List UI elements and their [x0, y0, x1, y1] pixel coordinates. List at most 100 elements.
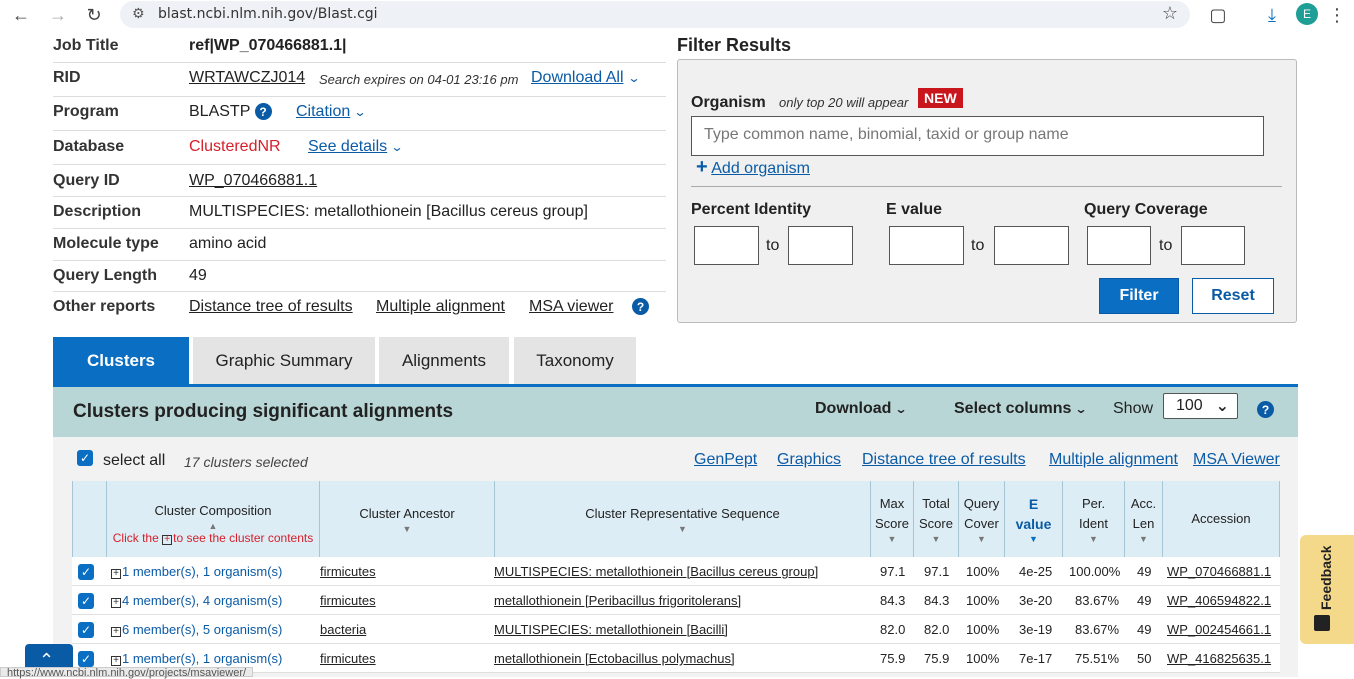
representative-link[interactable]: MULTISPECIES: metallothionein [Bacillus … [494, 564, 818, 579]
query-cover: 100% [966, 622, 1000, 637]
column-header-representative[interactable]: Cluster Representative Sequence ▼ [495, 481, 871, 557]
expand-icon[interactable]: + [111, 569, 121, 579]
help-icon[interactable]: ? [632, 298, 649, 316]
sort-down-icon[interactable]: ▼ [1139, 534, 1148, 544]
browser-toolbar: ← → ↻ ⚙ blast.ncbi.nlm.nih.gov/Blast.cgi… [0, 0, 1354, 32]
column-header-acc-len[interactable]: Acc. Len ▼ [1125, 481, 1163, 557]
query-coverage-label: Query Coverage [1084, 201, 1208, 218]
reload-icon[interactable]: ↻ [83, 4, 105, 26]
expand-icon[interactable]: + [111, 598, 121, 608]
representative-link[interactable]: metallothionein [Ectobacillus polymachus… [494, 651, 735, 666]
cluster-ancestor-link[interactable]: firmicutes [320, 564, 376, 579]
filter-button[interactable]: Filter [1099, 278, 1179, 314]
accession-link[interactable]: WP_406594822.1 [1167, 593, 1271, 608]
query-id-label: Query ID [53, 172, 120, 189]
distance-tree-link[interactable]: Distance tree of results [189, 298, 353, 316]
reset-button[interactable]: Reset [1192, 278, 1274, 314]
tab-clusters[interactable]: Clusters [53, 337, 189, 384]
genpept-link[interactable]: GenPept [694, 451, 757, 469]
query-coverage-max-input[interactable] [1181, 226, 1245, 265]
representative-link[interactable]: metallothionein [Peribacillus frigoritol… [494, 593, 741, 608]
query-id-link[interactable]: WP_070466881.1 [189, 172, 317, 190]
column-header-e-value[interactable]: E value ▼ [1005, 481, 1063, 557]
help-icon[interactable]: ? [1257, 401, 1274, 419]
column-header-max-score[interactable]: Max Score ▼ [871, 481, 914, 557]
sort-down-icon[interactable]: ▼ [932, 534, 941, 544]
cluster-composition[interactable]: +4 member(s), 4 organism(s) [111, 593, 282, 608]
cluster-composition[interactable]: +6 member(s), 5 organism(s) [111, 622, 282, 637]
show-count-select[interactable]: 100 ⌄ [1163, 393, 1238, 419]
query-coverage-min-input[interactable] [1087, 226, 1151, 265]
tab-taxonomy[interactable]: Taxonomy [514, 337, 636, 384]
cluster-composition[interactable]: +1 member(s), 1 organism(s) [111, 564, 282, 579]
bookmark-star-icon[interactable]: ☆ [1162, 3, 1178, 24]
help-icon[interactable]: ? [632, 298, 649, 316]
msa-viewer-link[interactable]: MSA viewer [529, 298, 613, 316]
rid-link[interactable]: WRTAWCZJ014 [189, 69, 305, 87]
help-icon[interactable]: ? [1257, 401, 1274, 419]
expand-icon[interactable]: + [111, 656, 121, 666]
percent-identity-min-input[interactable] [694, 226, 759, 265]
sort-down-icon[interactable]: ▼ [1029, 534, 1038, 544]
profile-avatar[interactable]: E [1296, 3, 1318, 25]
e-value-max-input[interactable] [994, 226, 1069, 265]
percent-identity-max-input[interactable] [788, 226, 853, 265]
representative-link[interactable]: MULTISPECIES: metallothionein [Bacilli] [494, 622, 728, 637]
accession-link[interactable]: WP_070466881.1 [1167, 564, 1271, 579]
select-columns-menu[interactable]: Select columns ⌄ [954, 400, 1088, 418]
column-header-composition[interactable]: Cluster Composition ▲ Click the + to see … [107, 481, 320, 557]
column-header-accession[interactable]: Accession [1163, 481, 1280, 557]
sort-down-icon[interactable]: ▼ [678, 524, 687, 534]
distance-tree-link[interactable]: Distance tree of results [862, 451, 1026, 469]
feedback-button[interactable]: Feedback [1300, 535, 1354, 644]
e-value-label: E value [886, 201, 943, 218]
expand-icon[interactable]: + [111, 627, 121, 637]
accession-link[interactable]: WP_416825635.1 [1167, 651, 1271, 666]
row-checkbox[interactable]: ✓ [78, 622, 94, 638]
column-header-query-cover[interactable]: Query Cover ▼ [959, 481, 1005, 557]
cluster-ancestor-link[interactable]: bacteria [320, 622, 366, 637]
download-all-button[interactable]: Download All ⌄ [531, 69, 640, 87]
cluster-click-hint: Click the + to see the cluster contents [113, 531, 313, 545]
e-value-header-line1: E [1028, 496, 1039, 512]
graphics-link[interactable]: Graphics [777, 451, 841, 469]
sort-down-icon[interactable]: ▼ [1089, 534, 1098, 544]
citation-button[interactable]: Citation ⌄ [296, 103, 367, 121]
per-ident-header-line1: Per. [1081, 496, 1106, 511]
address-bar[interactable]: ⚙ blast.ncbi.nlm.nih.gov/Blast.cgi ☆ [120, 1, 1190, 28]
column-header-ancestor[interactable]: Cluster Ancestor ▼ [320, 481, 495, 557]
multiple-alignment-link[interactable]: Multiple alignment [1049, 451, 1178, 469]
sort-up-icon[interactable]: ▲ [209, 521, 218, 531]
column-header-per-ident[interactable]: Per. Ident ▼ [1063, 481, 1125, 557]
site-settings-icon[interactable]: ⚙ [132, 5, 145, 22]
row-checkbox[interactable]: ✓ [78, 593, 94, 609]
back-icon[interactable]: ← [10, 4, 32, 26]
forward-icon[interactable]: → [47, 4, 69, 26]
cluster-composition[interactable]: +1 member(s), 1 organism(s) [111, 651, 282, 666]
cluster-ancestor-link[interactable]: firmicutes [320, 593, 376, 608]
browser-menu-icon[interactable]: ⋮ [1326, 4, 1348, 26]
tab-alignments[interactable]: Alignments [379, 337, 509, 384]
column-header-total-score[interactable]: Total Score ▼ [914, 481, 959, 557]
tab-graphic-summary[interactable]: Graphic Summary [193, 337, 375, 384]
msa-viewer-link[interactable]: MSA Viewer [1193, 451, 1280, 469]
help-icon[interactable]: ? [254, 103, 272, 121]
e-value-min-input[interactable] [889, 226, 964, 265]
add-organism-button[interactable]: + Add organism [696, 156, 810, 179]
downloads-icon[interactable]: ⤓ [1261, 4, 1283, 26]
sort-down-icon[interactable]: ▼ [977, 534, 986, 544]
sort-down-icon[interactable]: ▼ [888, 534, 897, 544]
see-details-button[interactable]: See details ⌄ [308, 138, 404, 156]
multiple-alignment-link[interactable]: Multiple alignment [376, 298, 505, 316]
sort-down-icon[interactable]: ▼ [403, 524, 412, 534]
feedback-icon [1314, 615, 1330, 631]
e-value: 3e-19 [1019, 622, 1053, 637]
download-menu[interactable]: Download ⌄ [815, 400, 908, 418]
extensions-icon[interactable]: ▢ [1207, 4, 1229, 26]
select-all-checkbox[interactable]: ✓ [77, 450, 93, 466]
organism-input[interactable]: Type common name, binomial, taxid or gro… [691, 116, 1264, 156]
cluster-ancestor-link[interactable]: firmicutes [320, 651, 376, 666]
accession-link[interactable]: WP_002454661.1 [1167, 622, 1271, 637]
row-checkbox[interactable]: ✓ [78, 564, 94, 580]
row-checkbox[interactable]: ✓ [78, 651, 94, 667]
